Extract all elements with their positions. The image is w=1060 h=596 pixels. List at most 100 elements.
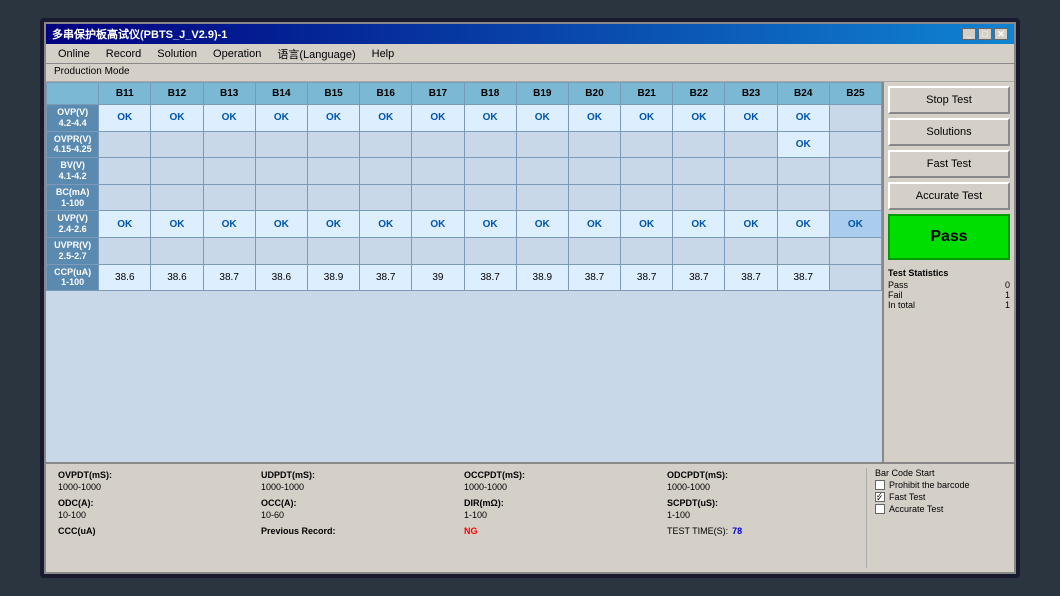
cell-1-1 bbox=[151, 131, 203, 158]
test-time-value: 78 bbox=[732, 526, 742, 536]
cell-2-9 bbox=[568, 158, 620, 185]
stats-pass-row: Pass 0 bbox=[888, 280, 1010, 290]
cell-6-5: 38.7 bbox=[360, 264, 412, 291]
table-row: OVPR(V) 4.15-4.25 OK bbox=[47, 131, 882, 158]
cell-0-12: OK bbox=[725, 105, 777, 132]
cell-4-2: OK bbox=[203, 211, 255, 238]
odc-label: ODC(A): bbox=[58, 498, 253, 508]
prohibit-label: Prohibit the barcode bbox=[889, 480, 970, 490]
col-b13: B13 bbox=[203, 83, 255, 105]
prev-record-ng: NG bbox=[464, 526, 478, 536]
occ-value: 10-60 bbox=[261, 510, 456, 520]
row-header-4: UVP(V) 2.4-2.6 bbox=[47, 211, 99, 238]
stats-fail-label: Fail bbox=[888, 290, 903, 300]
barcode-start-row: Bar Code Start bbox=[875, 468, 1006, 478]
prohibit-checkbox[interactable] bbox=[875, 480, 885, 490]
accurate-test-row[interactable]: Accurate Test bbox=[875, 504, 1006, 514]
cell-0-3: OK bbox=[255, 105, 307, 132]
accurate-test-checkbox[interactable] bbox=[875, 504, 885, 514]
cell-2-7 bbox=[464, 158, 516, 185]
cell-1-4 bbox=[307, 131, 359, 158]
cell-0-4: OK bbox=[307, 105, 359, 132]
menu-help[interactable]: Help bbox=[364, 47, 403, 61]
stats-fail-value: 1 bbox=[1005, 290, 1010, 300]
odcpdt-value: 1000-1000 bbox=[667, 482, 862, 492]
window-title: 多串保护板高试仪(PBTS_J_V2.9)-1 bbox=[52, 26, 227, 42]
cell-3-6 bbox=[412, 184, 464, 211]
monitor-frame: 多串保护板高试仪(PBTS_J_V2.9)-1 _ □ ✕ Online Rec… bbox=[40, 18, 1020, 578]
cell-3-5 bbox=[360, 184, 412, 211]
cell-6-7: 38.7 bbox=[464, 264, 516, 291]
udpdt-label: UDPDT(mS): bbox=[261, 470, 456, 480]
menu-solution[interactable]: Solution bbox=[149, 47, 205, 61]
cell-0-10: OK bbox=[621, 105, 673, 132]
dir-value: 1-100 bbox=[464, 510, 659, 520]
header-empty bbox=[47, 83, 99, 105]
cell-1-9 bbox=[568, 131, 620, 158]
col-b23: B23 bbox=[725, 83, 777, 105]
cell-1-11 bbox=[673, 131, 725, 158]
param-occpdt: OCCPDT(mS): 1000-1000 DIR(mΩ): 1-100 NG bbox=[460, 468, 663, 568]
menu-operation[interactable]: Operation bbox=[205, 47, 269, 61]
cell-4-7: OK bbox=[464, 211, 516, 238]
table-area[interactable]: B11 B12 B13 B14 B15 B16 B17 B18 B19 B20 … bbox=[46, 82, 884, 462]
cell-6-1: 38.6 bbox=[151, 264, 203, 291]
stats-label: Test Statistics bbox=[888, 268, 1010, 278]
cell-2-8 bbox=[516, 158, 568, 185]
close-button[interactable]: ✕ bbox=[994, 28, 1008, 40]
barcode-start-label: Bar Code Start bbox=[875, 468, 935, 478]
fast-test-button[interactable]: Fast Test bbox=[888, 150, 1010, 178]
maximize-button[interactable]: □ bbox=[978, 28, 992, 40]
cell-5-0 bbox=[99, 237, 151, 264]
table-row: CCP(uA) 1-10038.638.638.738.638.938.7393… bbox=[47, 264, 882, 291]
cell-1-13: OK bbox=[777, 131, 829, 158]
scpdt-value: 1-100 bbox=[667, 510, 862, 520]
fast-test-checkbox[interactable]: ✓ bbox=[875, 492, 885, 502]
cell-0-11: OK bbox=[673, 105, 725, 132]
cell-4-14: OK bbox=[829, 211, 881, 238]
menu-record[interactable]: Record bbox=[98, 47, 149, 61]
cell-4-5: OK bbox=[360, 211, 412, 238]
cell-2-10 bbox=[621, 158, 673, 185]
cell-2-13 bbox=[777, 158, 829, 185]
cell-5-6 bbox=[412, 237, 464, 264]
occ-label: OCC(A): bbox=[261, 498, 456, 508]
row-header-1: OVPR(V) 4.15-4.25 bbox=[47, 131, 99, 158]
ovpdt-label: OVPDT(mS): bbox=[58, 470, 253, 480]
cell-5-1 bbox=[151, 237, 203, 264]
cell-3-7 bbox=[464, 184, 516, 211]
cell-5-13 bbox=[777, 237, 829, 264]
row-header-2: BV(V) 4.1-4.2 bbox=[47, 158, 99, 185]
menu-language[interactable]: 语言(Language) bbox=[269, 45, 363, 63]
menu-online[interactable]: Online bbox=[50, 47, 98, 61]
cell-3-9 bbox=[568, 184, 620, 211]
cell-1-0 bbox=[99, 131, 151, 158]
cell-5-8 bbox=[516, 237, 568, 264]
cell-4-12: OK bbox=[725, 211, 777, 238]
cell-0-13: OK bbox=[777, 105, 829, 132]
param-udpdt: UDPDT(mS): 1000-1000 OCC(A): 10-60 Previ… bbox=[257, 468, 460, 568]
fast-test-row[interactable]: ✓ Fast Test bbox=[875, 492, 1006, 502]
param-ovpdt: OVPDT(mS): 1000-1000 ODC(A): 10-100 CCC(… bbox=[54, 468, 257, 568]
cell-4-3: OK bbox=[255, 211, 307, 238]
title-bar: 多串保护板高试仪(PBTS_J_V2.9)-1 _ □ ✕ bbox=[46, 24, 1014, 44]
table-row: UVP(V) 2.4-2.6OKOKOKOKOKOKOKOKOKOKOKOKOK… bbox=[47, 211, 882, 238]
prohibit-row[interactable]: Prohibit the barcode bbox=[875, 480, 1006, 490]
stop-test-button[interactable]: Stop Test bbox=[888, 86, 1010, 114]
cell-6-13: 38.7 bbox=[777, 264, 829, 291]
cell-4-13: OK bbox=[777, 211, 829, 238]
cell-3-14 bbox=[829, 184, 881, 211]
table-row: OVP(V) 4.2-4.4OKOKOKOKOKOKOKOKOKOKOKOKOK… bbox=[47, 105, 882, 132]
cell-2-11 bbox=[673, 158, 725, 185]
bottom-params: OVPDT(mS): 1000-1000 ODC(A): 10-100 CCC(… bbox=[54, 468, 1006, 568]
solutions-button[interactable]: Solutions bbox=[888, 118, 1010, 146]
cell-0-7: OK bbox=[464, 105, 516, 132]
cell-3-10 bbox=[621, 184, 673, 211]
minimize-button[interactable]: _ bbox=[962, 28, 976, 40]
stats-total-row: In total 1 bbox=[888, 300, 1010, 310]
cell-1-8 bbox=[516, 131, 568, 158]
right-panel: Stop Test Solutions Fast Test Accurate T… bbox=[884, 82, 1014, 462]
stats-total-label: In total bbox=[888, 300, 915, 310]
accurate-test-button[interactable]: Accurate Test bbox=[888, 182, 1010, 210]
app-window: 多串保护板高试仪(PBTS_J_V2.9)-1 _ □ ✕ Online Rec… bbox=[44, 22, 1016, 574]
